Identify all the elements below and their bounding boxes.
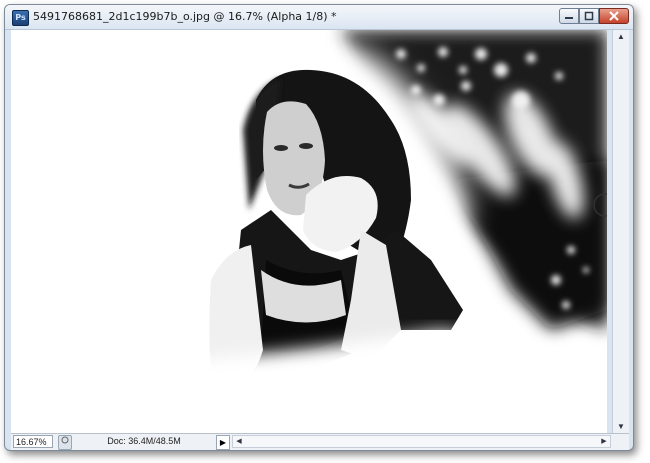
- vertical-scrollbar[interactable]: ▲ ▼: [612, 30, 629, 434]
- status-menu-arrow[interactable]: ▶: [216, 435, 230, 450]
- scroll-up-arrow[interactable]: ▲: [613, 30, 629, 44]
- document-size-info: Doc: 36.4M/48.5M: [107, 436, 181, 446]
- image-canvas[interactable]: [11, 30, 607, 434]
- close-button[interactable]: [599, 8, 629, 24]
- scroll-down-arrow[interactable]: ▼: [613, 420, 629, 434]
- document-window: Ps 5491768681_2d1c199b7b_o.jpg @ 16.7% (…: [4, 4, 634, 451]
- zoom-level-field[interactable]: 16.67%: [13, 435, 53, 448]
- window-controls: [559, 8, 629, 25]
- maximize-button[interactable]: [579, 8, 599, 24]
- title-bar[interactable]: Ps 5491768681_2d1c199b7b_o.jpg @ 16.7% (…: [5, 5, 633, 30]
- horizontal-scrollbar[interactable]: ◀ ▶: [232, 435, 611, 448]
- close-icon: [609, 11, 619, 21]
- document-title: 5491768681_2d1c199b7b_o.jpg @ 16.7% (Alp…: [33, 10, 337, 23]
- photoshop-icon: Ps: [12, 10, 29, 26]
- minimize-button[interactable]: [559, 8, 579, 24]
- status-bar: 16.67% Doc: 36.4M/48.5M ▶ ◀ ▶: [11, 433, 629, 450]
- restore-icon: [584, 11, 594, 21]
- photo-artwork: [11, 30, 607, 434]
- scroll-left-arrow[interactable]: ◀: [233, 436, 245, 448]
- cycle-icon: [61, 436, 69, 444]
- status-info-icon[interactable]: [58, 435, 72, 450]
- minimize-icon: [565, 17, 573, 19]
- scroll-right-arrow[interactable]: ▶: [598, 436, 610, 448]
